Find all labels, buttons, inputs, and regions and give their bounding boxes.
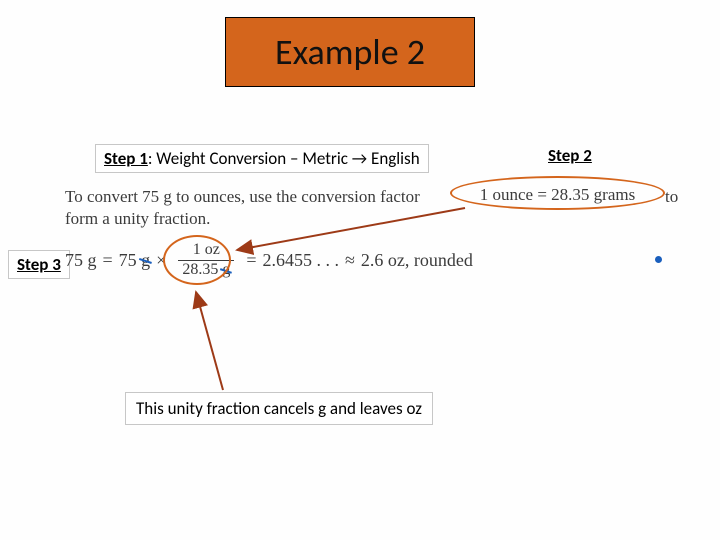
bullet-icon: [655, 256, 662, 263]
eq-mid: 75 g: [119, 250, 151, 271]
eq-decimal: 2.6455 . . .: [262, 250, 339, 271]
eq-equals1: =: [103, 250, 113, 271]
step1-box: Step 1: Weight Conversion – Metric → Eng…: [95, 144, 429, 173]
title-box: Example 2: [225, 17, 475, 87]
equation: 75 g = 75 g × 1 oz 28.35 g = 2.6455 . . …: [65, 242, 473, 279]
step1-label: Step 1: [104, 148, 148, 169]
cancel-g-2: g: [222, 262, 230, 279]
unity-fraction: 1 oz 28.35 g: [178, 242, 234, 279]
instruction-line1a: To convert 75 g to ounces, use the conve…: [65, 187, 420, 206]
eq-equals2: =: [246, 250, 256, 271]
eq-lhs: 75 g: [65, 250, 97, 271]
eq-approx: ≈: [345, 250, 355, 271]
caption-box: This unity fraction cancels g and leaves…: [125, 392, 433, 425]
fraction-denominator: 28.35 g: [178, 260, 234, 279]
step3-label: Step 3: [8, 250, 70, 279]
arrow-caption-to-fraction: [196, 292, 223, 390]
instruction-line1: To convert 75 g to ounces, use the conve…: [65, 186, 445, 230]
step2-label: Step 2: [548, 145, 592, 166]
instruction-line1b: to: [665, 187, 678, 207]
eq-result: 2.6 oz, rounded: [361, 250, 473, 271]
eq-times: ×: [156, 250, 166, 271]
cancel-g-1: g: [141, 250, 150, 271]
slide: Example 2 Step 1: Weight Conversion – Me…: [0, 0, 720, 540]
instruction-line2: form a unity fraction.: [65, 209, 210, 228]
step1-text: : Weight Conversion – Metric → English: [148, 148, 420, 169]
title-text: Example 2: [275, 30, 425, 74]
fraction-numerator: 1 oz: [189, 242, 224, 260]
conversion-factor: 1 ounce = 28.35 grams: [455, 180, 660, 210]
